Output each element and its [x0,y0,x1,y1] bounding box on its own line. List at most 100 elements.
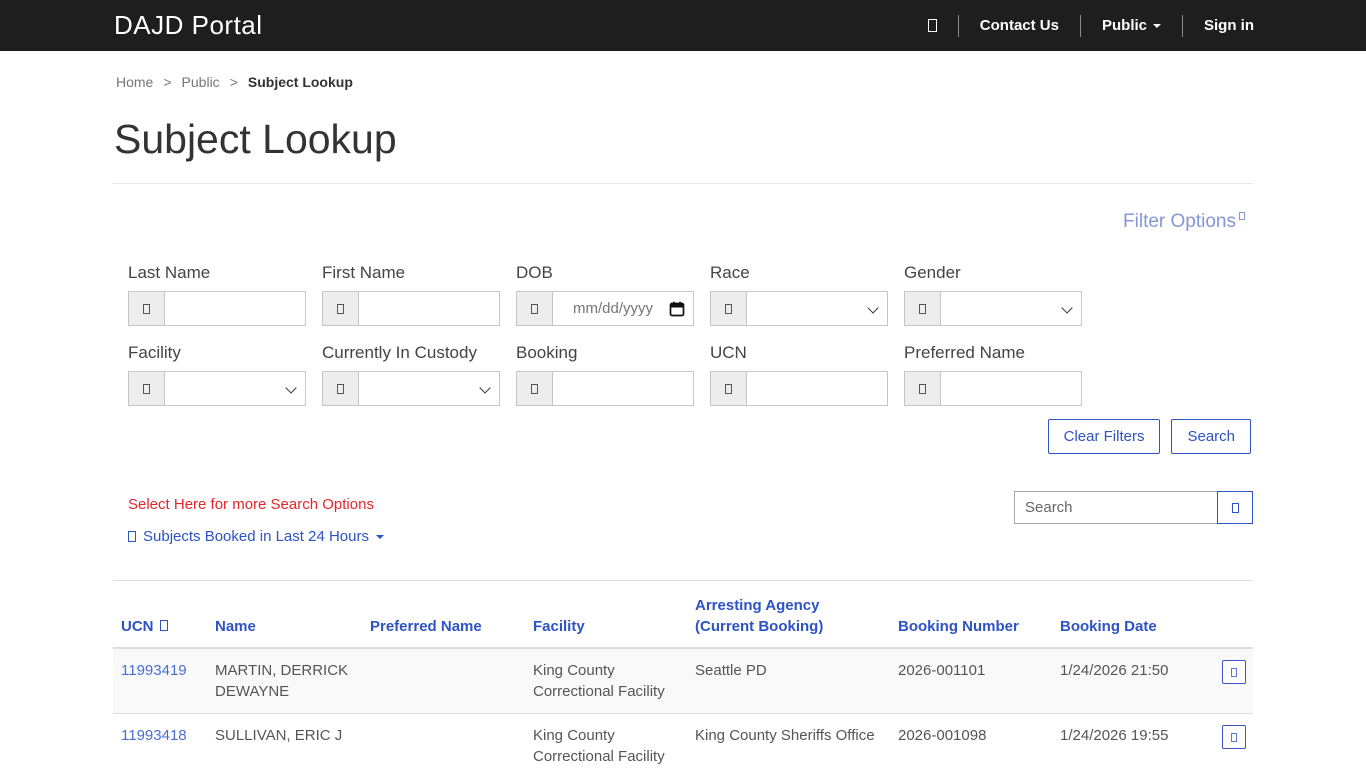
column-header-arresting-agency[interactable]: Arresting Agency (Current Booking) [687,580,890,649]
first-name-label: First Name [322,263,406,282]
ucn-link[interactable]: 11993419 [121,662,187,679]
navbar-separator [1182,14,1183,37]
search-button[interactable]: Search [1171,419,1251,454]
booking-date-cell: 1/24/2026 21:50 [1052,647,1214,714]
results-table-container: UCN Name Preferred Name Facility Arresti… [113,580,1253,768]
public-menu[interactable]: Public [1102,17,1161,34]
gender-field: Gender [904,263,1082,326]
contact-us-link[interactable]: Contact Us [980,17,1059,34]
name-cell: MARTIN, DERRICK DEWAYNE [207,647,362,714]
preferred-name-cell [362,713,525,768]
table-row: 11993419 MARTIN, DERRICK DEWAYNE King Co… [113,647,1253,714]
breadcrumb-public[interactable]: Public [182,74,220,90]
facility-select[interactable] [165,371,306,406]
search-icon [1231,502,1239,513]
table-row: 11993418 SULLIVAN, ERIC J King County Co… [113,713,1253,768]
column-header-actions [1214,580,1253,649]
arresting-agency-cell: King County Sheriffs Office [687,713,890,768]
booking-date-cell: 1/24/2026 19:55 [1052,713,1214,768]
filter-options-label: Filter Options [1123,211,1236,232]
calendar-addon-icon [516,291,553,326]
first-name-input[interactable] [359,292,499,325]
navbar-separator [1079,14,1081,37]
custody-addon-icon [322,371,359,406]
more-search-options-link[interactable]: Select Here for more Search Options [128,496,384,513]
facility-cell: King County Correctional Facility [525,713,687,768]
booking-input[interactable] [553,372,693,405]
ucn-link[interactable]: 11993418 [121,727,187,744]
table-search-input[interactable] [1014,491,1218,524]
row-detail-button[interactable] [1222,660,1246,684]
column-header-facility[interactable]: Facility [525,580,687,649]
gender-select[interactable] [941,291,1082,326]
facility-label: Facility [128,343,181,362]
page-title: Subject Lookup [114,116,397,162]
facility-cell: King County Correctional Facility [525,647,687,714]
clear-filters-button[interactable]: Clear Filters [1047,419,1161,454]
filter-options-toggle[interactable]: Filter Options [1123,211,1245,232]
ucn-field: UCN [710,343,888,406]
booked-last-24-hours-label: Subjects Booked in Last 24 Hours [143,528,369,545]
calendar-picker-icon[interactable] [669,301,685,317]
currently-in-custody-label: Currently In Custody [322,343,477,362]
booking-addon-icon [516,371,553,406]
booked-last-24-hours-link[interactable]: Subjects Booked in Last 24 Hours [128,528,384,545]
currently-in-custody-field: Currently In Custody [322,343,500,406]
public-menu-label: Public [1101,17,1147,34]
sign-in-link[interactable]: Sign in [1204,17,1254,34]
chevron-down-icon [1061,302,1073,314]
table-search-button[interactable] [1217,491,1253,524]
gender-label: Gender [904,263,961,282]
last-name-field: Last Name [128,263,306,326]
navbar-unknown-icon-button[interactable] [927,19,937,32]
ucn-addon-icon [710,371,747,406]
name-cell: SULLIVAN, ERIC J [207,713,362,768]
detail-icon [1231,732,1237,742]
person-icon [904,371,941,406]
chevron-down-icon [285,382,297,394]
row-detail-button[interactable] [1222,725,1246,749]
unknown-glyph-icon [927,19,937,32]
preferred-name-input[interactable] [941,372,1081,405]
sort-icon [159,620,168,631]
preferred-name-label: Preferred Name [904,343,1025,362]
arresting-agency-cell: Seattle PD [687,647,890,714]
chevron-down-icon [1153,23,1161,28]
booking-label: Booking [516,343,578,362]
chevron-down-icon [479,382,491,394]
detail-icon [1231,667,1237,677]
facility-field: Facility [128,343,306,406]
last-name-input[interactable] [165,292,305,325]
navbar-links: Contact Us Public Sign in [927,14,1254,37]
breadcrumb: Home > Public > Subject Lookup [113,74,1253,90]
preferred-name-field: Preferred Name [904,343,1082,406]
filter-form: Last Name First Name DOB mm/dd/yyyy Race… [128,263,1253,406]
booking-number-cell: 2026-001101 [890,647,1052,714]
race-select[interactable] [747,291,888,326]
person-icon [322,291,359,326]
breadcrumb-current: Subject Lookup [247,74,353,90]
column-header-booking-number[interactable]: Booking Number [890,580,1052,649]
chevron-down-icon [867,302,879,314]
column-header-preferred-name[interactable]: Preferred Name [362,580,525,649]
top-navbar: DAJD Portal Contact Us Public Sign in [0,0,1366,51]
ucn-input[interactable] [747,372,887,405]
first-name-field: First Name [322,263,500,326]
booking-number-cell: 2026-001098 [890,713,1052,768]
dob-field: DOB [516,263,694,326]
column-header-booking-date[interactable]: Booking Date [1052,580,1214,649]
navbar-separator [957,14,959,37]
booking-field: Booking [516,343,694,406]
results-table: UCN Name Preferred Name Facility Arresti… [113,580,1253,768]
column-header-ucn[interactable]: UCN [113,580,207,649]
list-icon [128,531,136,542]
app-title: DAJD Portal [114,10,263,40]
currently-in-custody-select[interactable] [359,371,500,406]
breadcrumb-separator: > [163,74,172,90]
race-field: Race [710,263,888,326]
column-header-name[interactable]: Name [207,580,362,649]
breadcrumb-home[interactable]: Home [116,74,153,90]
extra-links: Select Here for more Search Options Subj… [128,496,384,547]
chevron-down-icon [375,534,384,539]
filter-icon [1239,212,1245,220]
